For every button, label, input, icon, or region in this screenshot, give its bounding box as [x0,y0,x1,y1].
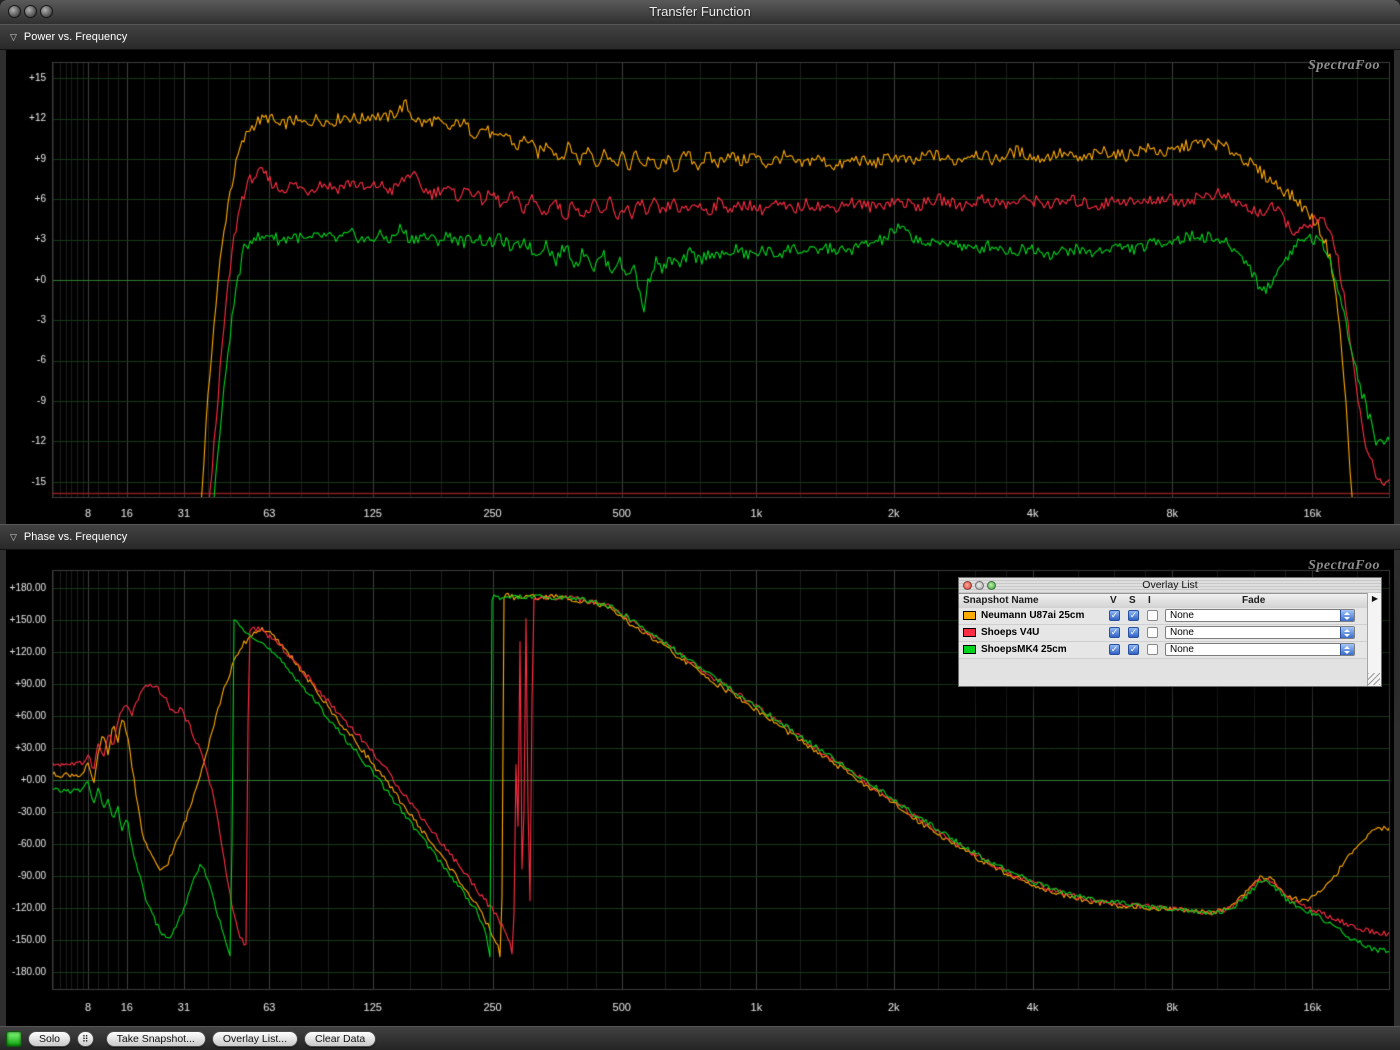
link-button[interactable]: ⠿ [77,1031,94,1047]
resize-grip[interactable] [1368,673,1380,685]
fade-select[interactable]: None [1165,609,1355,622]
solo-checkbox[interactable]: ✓ [1128,644,1139,655]
invert-checkbox[interactable] [1147,644,1158,655]
solo-checkbox[interactable]: ✓ [1128,627,1139,638]
fade-stepper-icon[interactable] [1340,610,1354,621]
col-solo: S [1129,595,1136,606]
scroll-right-icon[interactable]: ▶ [1372,594,1378,603]
power-chart: SpectraFoo [6,50,1394,524]
close-button[interactable] [8,5,21,18]
fade-value: None [1170,644,1194,656]
overlay-minimize-button[interactable] [975,581,984,590]
snapshot-name: ShoepsMK4 25cm [981,644,1067,655]
overlay-row: Neumann U87ai 25cm ✓ ✓ None [959,608,1367,625]
overlay-title: Overlay List [1142,579,1197,591]
solo-checkbox[interactable]: ✓ [1128,610,1139,621]
titlebar[interactable]: Transfer Function [0,0,1400,25]
overlay-titlebar[interactable]: Overlay List [959,578,1381,594]
snapshot-name: Neumann U87ai 25cm [981,610,1084,621]
disclosure-triangle-icon[interactable]: ▽ [10,32,17,43]
col-fade: Fade [1242,595,1265,606]
phase-header-label: Phase vs. Frequency [24,531,127,543]
snapshot-name: Shoeps V4U [981,627,1039,638]
fade-select[interactable]: None [1165,643,1355,656]
spectrafoo-logo: SpectraFoo [1308,58,1380,74]
overlay-scrollbar[interactable] [1367,593,1381,686]
visible-checkbox[interactable]: ✓ [1109,644,1120,655]
visible-checkbox[interactable]: ✓ [1109,610,1120,621]
overlay-close-button[interactable] [963,581,972,590]
col-snapshot-name: Snapshot Name [963,595,1039,606]
fade-value: None [1170,610,1194,622]
power-frequency-plot [6,50,1394,524]
overlay-row: ShoepsMK4 25cm ✓ ✓ None [959,642,1367,659]
zoom-button[interactable] [40,5,53,18]
disclosure-triangle-icon[interactable]: ▽ [10,532,17,543]
bottom-toolbar: Solo ⠿ Take Snapshot... Overlay List... … [0,1026,1400,1050]
fade-stepper-icon[interactable] [1340,627,1354,638]
col-invert: I [1148,595,1151,606]
overlay-list-button[interactable]: Overlay List... [212,1031,298,1047]
snapshot-color-swatch [963,611,976,620]
overlay-list-window: Overlay List Snapshot Name V S I Fade ▶ … [958,577,1382,687]
instrument-power-led[interactable] [6,1031,22,1047]
fade-select[interactable]: None [1165,626,1355,639]
invert-checkbox[interactable] [1147,627,1158,638]
phase-section-header: ▽ Phase vs. Frequency [0,524,1400,550]
invert-checkbox[interactable] [1147,610,1158,621]
overlay-row: Shoeps V4U ✓ ✓ None [959,625,1367,642]
solo-button[interactable]: Solo [28,1031,71,1047]
col-visible: V [1110,595,1117,606]
overlay-rows: Neumann U87ai 25cm ✓ ✓ None Shoeps V4U ✓ ✓ None… [959,608,1367,659]
snapshot-color-swatch [963,645,976,654]
fade-stepper-icon[interactable] [1340,644,1354,655]
overlay-zoom-button[interactable] [987,581,996,590]
take-snapshot-button[interactable]: Take Snapshot... [106,1031,206,1047]
power-header-label: Power vs. Frequency [24,31,127,43]
snapshot-color-swatch [963,628,976,637]
visible-checkbox[interactable]: ✓ [1109,627,1120,638]
window-title: Transfer Function [0,0,1400,24]
spectrafoo-logo: SpectraFoo [1308,558,1380,574]
fade-value: None [1170,627,1194,639]
minimize-button[interactable] [24,5,37,18]
app-window: Transfer Function ▽ Power vs. Frequency … [0,0,1400,1050]
power-section-header: ▽ Power vs. Frequency [0,24,1400,50]
clear-data-button[interactable]: Clear Data [304,1031,376,1047]
